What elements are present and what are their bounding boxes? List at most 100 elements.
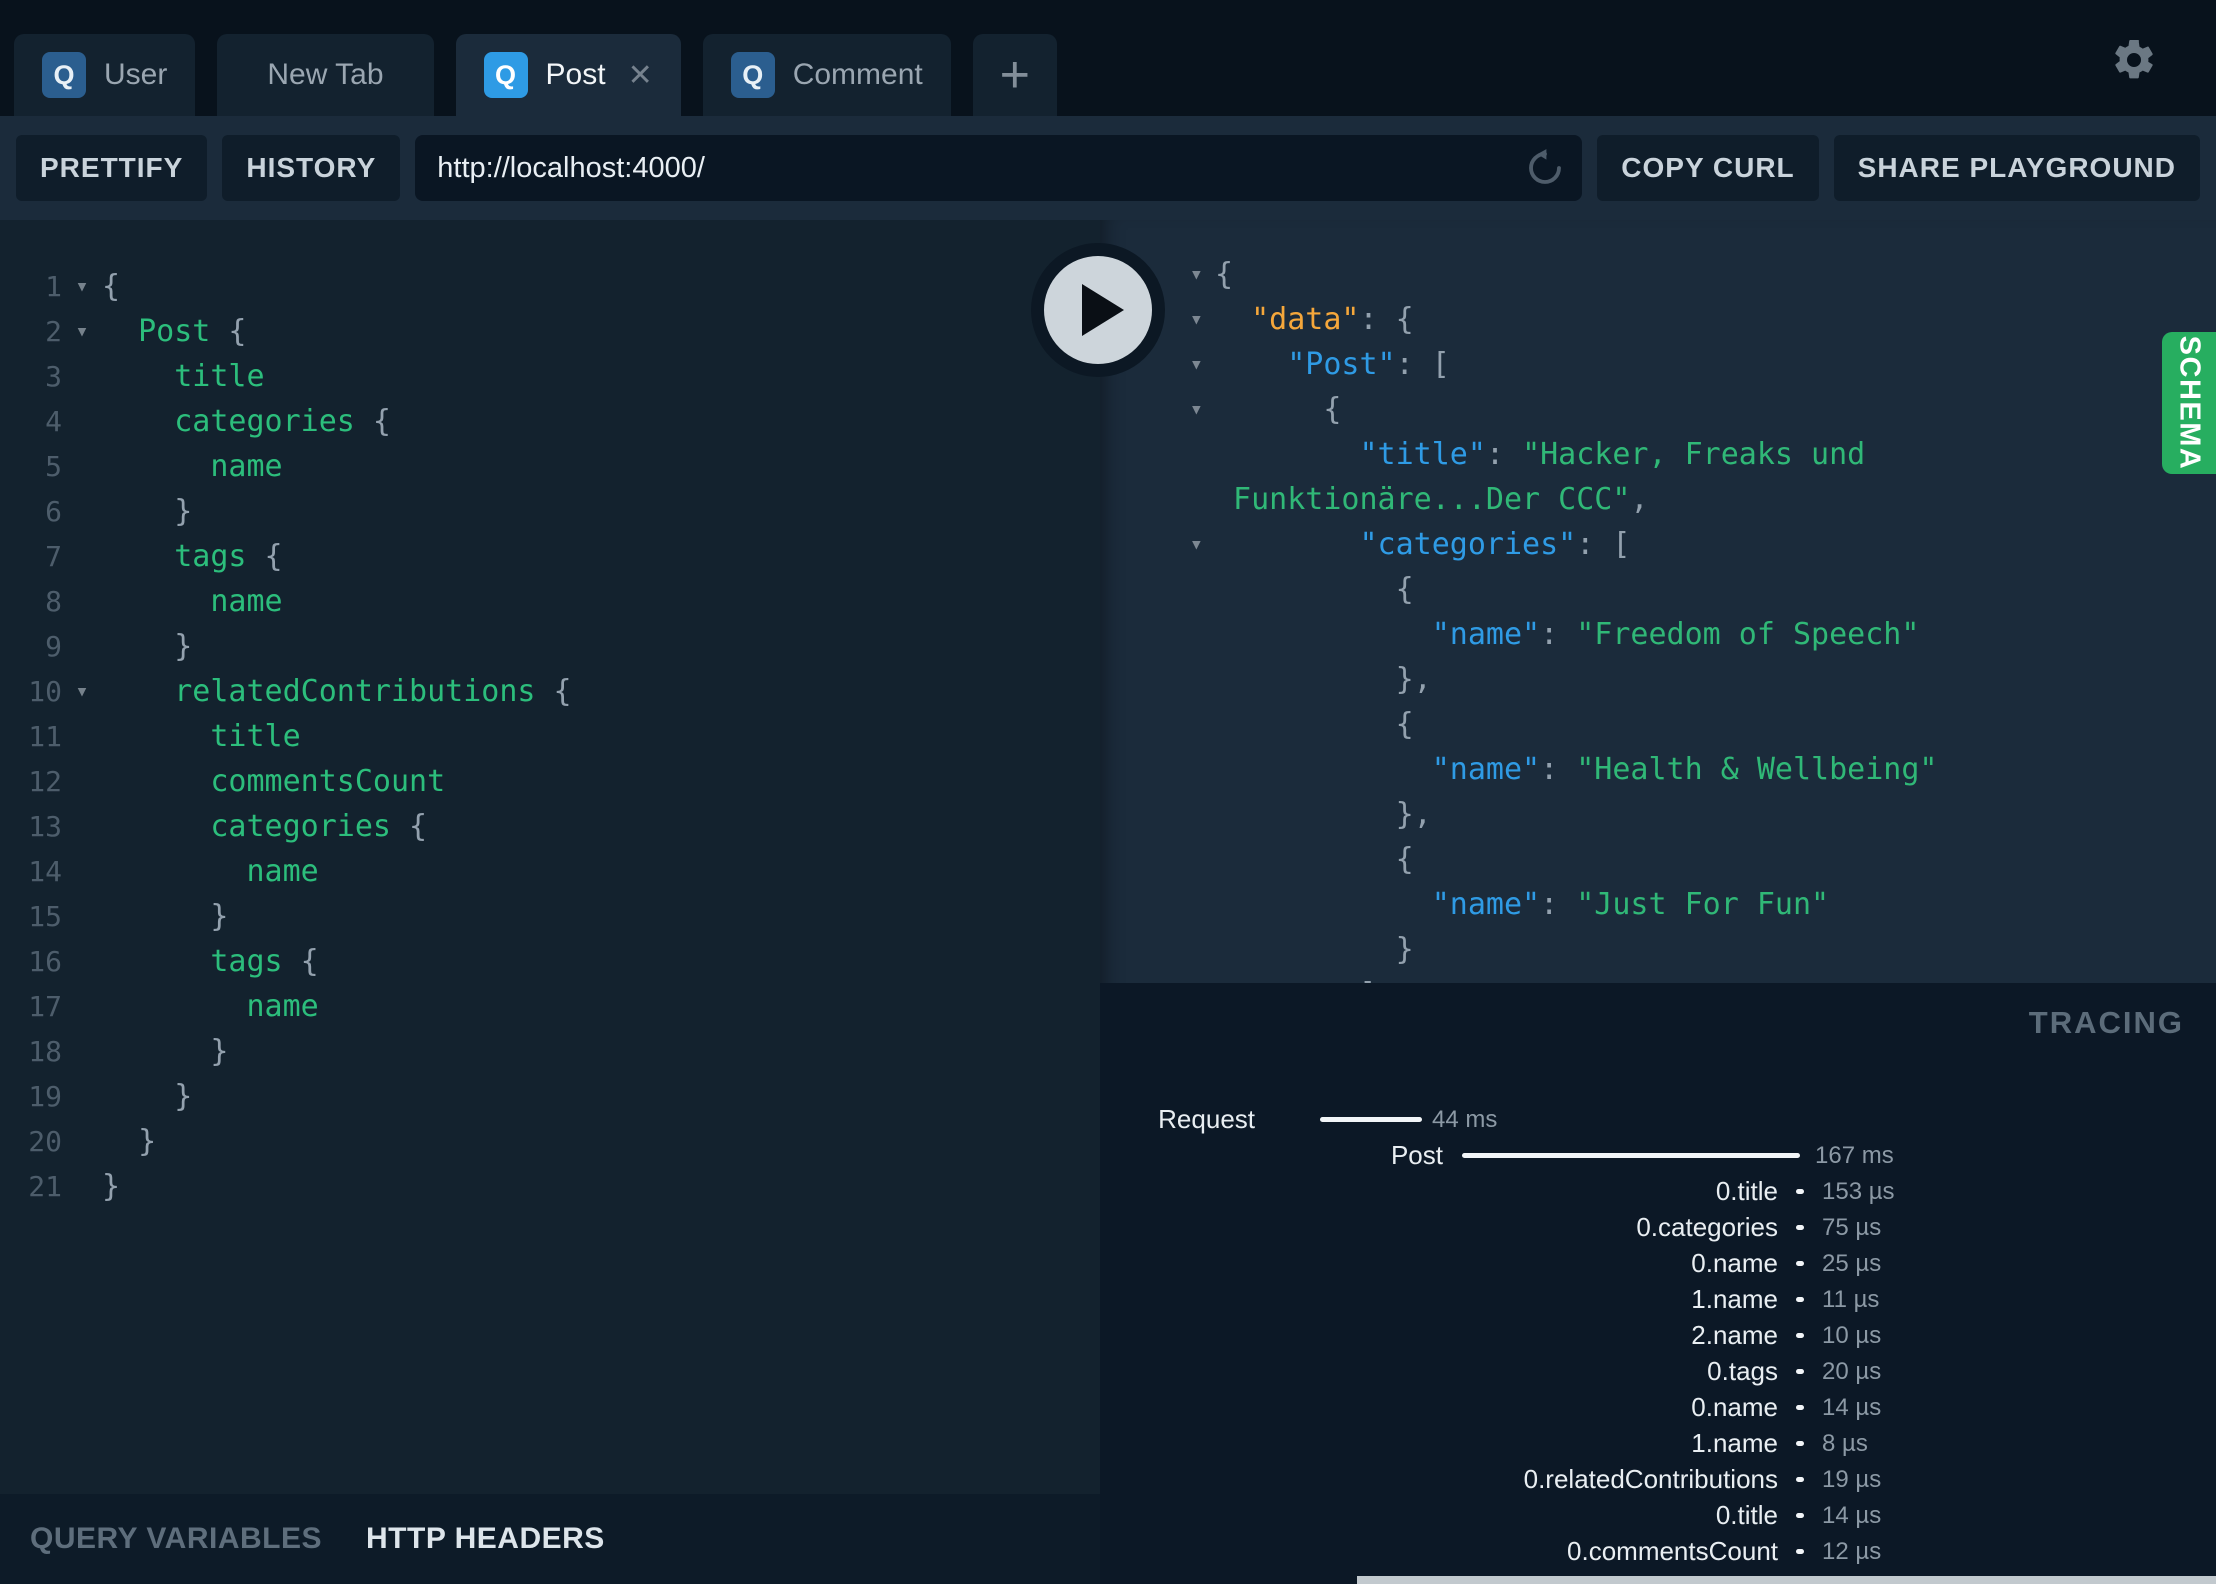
code-token: } (1215, 932, 1414, 967)
query-pane: 1 ▾{2 ▾ Post {3 title 4 categories {5 name 6… (0, 220, 1100, 1584)
fold-gutter (62, 1029, 102, 1074)
response-code-line: "title": "Hacker, Freaks und (1100, 432, 2216, 477)
code-text: { (1215, 702, 1414, 747)
tracing-panel-title[interactable]: TRACING (2029, 1005, 2184, 1041)
code-token: } (102, 1034, 229, 1069)
line-number: 16 (28, 945, 62, 978)
endpoint-url-input[interactable] (437, 151, 1513, 185)
code-token: { (246, 539, 283, 574)
response-code-line: { (1100, 702, 2216, 747)
trace-time: 8 µs (1822, 1430, 1868, 1457)
editor-footer: QUERY VARIABLES HTTP HEADERS (0, 1494, 1100, 1584)
tab-user[interactable]: Q User (14, 34, 196, 116)
trace-row: 2.name 10 µs (1100, 1318, 2216, 1354)
code-token: "name" (1215, 617, 1541, 652)
fold-arrow-icon[interactable]: ▾ (62, 264, 102, 309)
code-token: title (102, 359, 265, 394)
query-code-line: 5 name (0, 444, 1100, 489)
fold-gutter (62, 1074, 102, 1119)
trace-label: 1.name (1691, 1428, 1778, 1458)
fold-gutter (1100, 612, 1215, 657)
fold-gutter (62, 354, 102, 399)
trace-label: 2.name (1691, 1320, 1778, 1350)
prettify-button[interactable]: PRETTIFY (16, 135, 208, 201)
settings-gear-icon[interactable] (2110, 36, 2158, 84)
fold-arrow-icon[interactable]: ▾ (1100, 522, 1215, 567)
tracing-horizontal-scrollbar[interactable] (1357, 1576, 2216, 1584)
code-token: : (1540, 617, 1577, 652)
share-playground-button[interactable]: SHARE PLAYGROUND (1833, 135, 2200, 201)
line-number: 5 (45, 450, 62, 483)
code-token: } (102, 1169, 121, 1204)
query-badge: Q (42, 52, 86, 98)
trace-time: 75 µs (1822, 1214, 1882, 1241)
line-number: 8 (45, 585, 62, 618)
response-code-line: "name": "Just For Fun" (1100, 882, 2216, 927)
fold-gutter (1100, 567, 1215, 612)
query-variables-tab[interactable]: QUERY VARIABLES (30, 1522, 322, 1556)
new-tab-button[interactable]: + (972, 34, 1057, 116)
line-number: 4 (45, 405, 62, 438)
schema-sidetab[interactable]: SCHEMA (2162, 332, 2216, 474)
trace-label: 1.name (1691, 1284, 1778, 1314)
fold-gutter (1100, 972, 1215, 983)
trace-label: 0.categories (1636, 1212, 1778, 1242)
trace-row: 0.name 14 µs (1100, 1390, 2216, 1426)
tab-new-tab[interactable]: New Tab (217, 34, 434, 116)
code-token: "Health & Wellbeing" (1576, 752, 1938, 787)
code-text: tags { (102, 534, 283, 579)
code-text: Post { (102, 309, 246, 354)
code-text: }, (1215, 792, 1432, 837)
line-number: 18 (28, 1035, 62, 1068)
code-token: "name" (1215, 887, 1541, 922)
trace-row: 0.title 14 µs (1100, 1498, 2216, 1534)
response-code-line: { (1100, 837, 2216, 882)
response-code-line: Funktionäre...Der CCC", (1100, 477, 2216, 522)
trace-label: Post (1390, 1140, 1443, 1170)
code-token: name (102, 449, 283, 484)
reload-endpoint-icon[interactable] (1524, 147, 1566, 189)
query-code-line: 8 name (0, 579, 1100, 624)
query-code-line: 18 } (0, 1029, 1100, 1074)
copy-curl-button[interactable]: COPY CURL (1597, 135, 1819, 201)
trace-row: 1.name 8 µs (1100, 1426, 2216, 1462)
trace-time: 167 ms (1815, 1142, 1894, 1169)
code-token: { (1215, 257, 1234, 292)
code-token: { (282, 944, 319, 979)
trace-label: 0.commentsCount (1567, 1536, 1778, 1566)
fold-gutter (1100, 657, 1215, 702)
fold-arrow-icon[interactable]: ▾ (62, 309, 102, 354)
schema-sidetab-label: SCHEMA (2173, 335, 2206, 471)
fold-gutter (62, 984, 102, 1029)
fold-gutter (1100, 792, 1215, 837)
response-pane: ▾{▾ "data": {▾ "Post": [▾ { "title": "Ha… (1100, 220, 2216, 1584)
http-headers-tab[interactable]: HTTP HEADERS (366, 1522, 605, 1556)
query-editor[interactable]: 1 ▾{2 ▾ Post {3 title 4 categories {5 name 6… (0, 220, 1100, 1494)
trace-row: 0.commentsCount 12 µs (1100, 1534, 2216, 1570)
query-code-line: 20 } (0, 1119, 1100, 1164)
fold-arrow-icon[interactable]: ▾ (1100, 387, 1215, 432)
fold-gutter (62, 534, 102, 579)
fold-gutter (1100, 477, 1215, 522)
tab-comment[interactable]: Q Comment (702, 34, 951, 116)
response-code-line: { (1100, 567, 2216, 612)
trace-dot (1796, 1225, 1804, 1230)
history-button[interactable]: HISTORY (222, 135, 401, 201)
fold-arrow-icon[interactable]: ▾ (62, 669, 102, 714)
code-token: Funktionäre...Der CCC" (1215, 482, 1631, 517)
response-code-line: } (1100, 927, 2216, 972)
tab-label: Post (545, 58, 606, 91)
execute-query-button[interactable] (1031, 243, 1165, 377)
code-token: : [ (1576, 527, 1631, 562)
response-viewer[interactable]: ▾{▾ "data": {▾ "Post": [▾ { "title": "Ha… (1100, 220, 2216, 983)
query-code-line: 1 ▾{ (0, 264, 1100, 309)
code-token: } (102, 629, 193, 664)
trace-time: 14 µs (1822, 1394, 1882, 1421)
response-code-line: ▾{ (1100, 252, 2216, 297)
trace-bar (1462, 1153, 1800, 1158)
code-token: tags (102, 944, 283, 979)
close-tab-icon[interactable]: ✕ (628, 58, 653, 93)
trace-dot (1796, 1261, 1804, 1266)
fold-gutter (62, 714, 102, 759)
tab-post[interactable]: Q Post ✕ (455, 34, 681, 116)
